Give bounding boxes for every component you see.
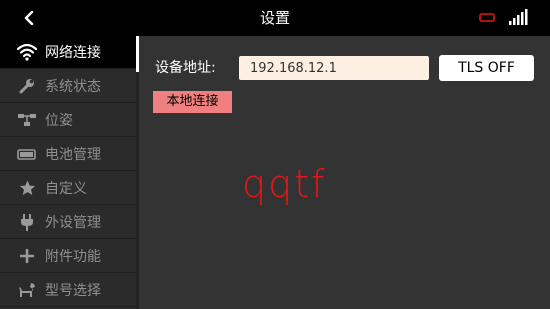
sidebar-item-label: 电池管理: [45, 147, 101, 163]
sidebar: 网络连接 系统状态 位姿 电池管理 自定义 外设管理 附件功能 型号选择: [0, 36, 136, 309]
wifi-icon: [17, 42, 37, 62]
tls-toggle-button[interactable]: TLS OFF: [439, 55, 534, 81]
page-title: 设置: [259, 9, 290, 27]
sidebar-item-label: 系统状态: [45, 79, 101, 95]
local-connect-button[interactable]: 本地连接: [153, 91, 232, 113]
battery-icon: [479, 13, 495, 22]
hierarchy-icon: [17, 110, 37, 130]
battery-bar-icon: [17, 144, 37, 164]
sidebar-item-attachments[interactable]: 附件功能: [0, 240, 136, 273]
sidebar-item-label: 网络连接: [45, 45, 101, 61]
sidebar-item-label: 外设管理: [45, 215, 101, 231]
sidebar-item-peripherals[interactable]: 外设管理: [0, 206, 136, 239]
sidebar-item-network[interactable]: 网络连接: [0, 36, 136, 69]
sidebar-item-system-status[interactable]: 系统状态: [0, 70, 136, 103]
sidebar-item-label: 附件功能: [45, 249, 101, 265]
sidebar-item-custom[interactable]: 自定义: [0, 172, 136, 205]
plus-icon: [17, 246, 37, 266]
address-input[interactable]: [239, 56, 429, 80]
top-bar: 设置: [0, 0, 550, 36]
sidebar-item-label: 自定义: [45, 181, 87, 197]
plug-icon: [17, 212, 37, 232]
wrench-icon: [17, 76, 37, 96]
sidebar-item-model-select[interactable]: 型号选择: [0, 274, 136, 307]
address-label: 设备地址:: [155, 60, 216, 76]
sidebar-item-label: 型号选择: [45, 283, 101, 299]
star-icon: [17, 178, 37, 198]
sidebar-item-label: 位姿: [45, 113, 73, 129]
dog-icon: [17, 280, 37, 300]
watermark-text: qqtf: [242, 162, 327, 206]
sidebar-item-pose[interactable]: 位姿: [0, 104, 136, 137]
signal-bars-icon: [509, 9, 528, 25]
network-panel: 设备地址: TLS OFF 本地连接 qqtf: [139, 36, 550, 309]
sidebar-item-battery[interactable]: 电池管理: [0, 138, 136, 171]
